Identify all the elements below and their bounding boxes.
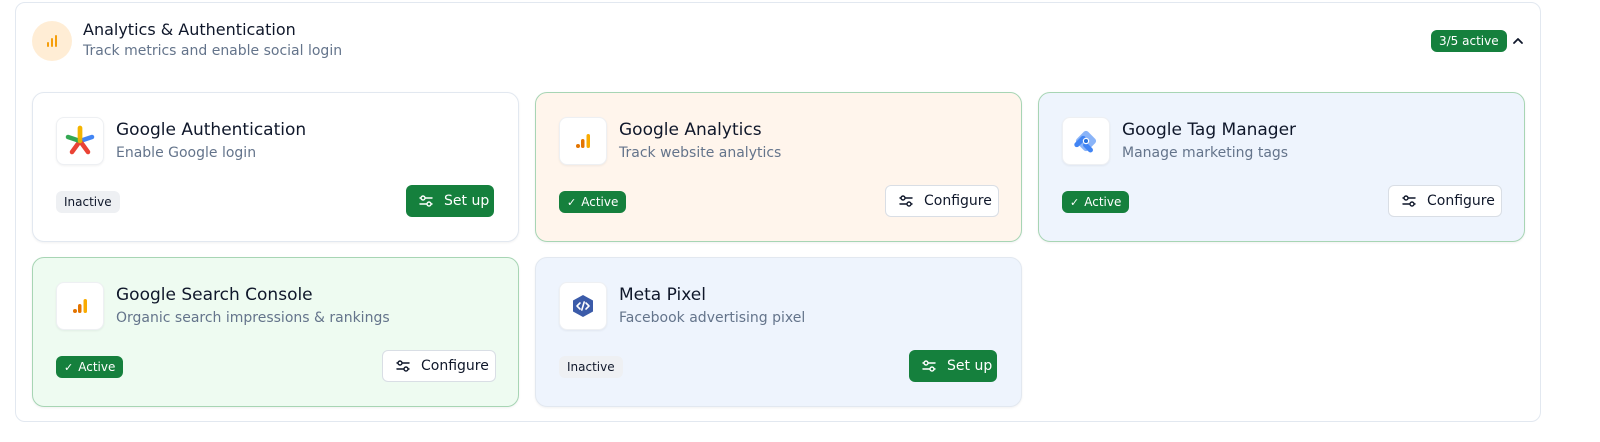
- sliders-icon: [419, 195, 433, 207]
- check-icon: ✓: [64, 361, 74, 374]
- button-label: Set up: [947, 358, 993, 374]
- button-label: Configure: [1427, 193, 1495, 209]
- status-badge: ✓ Active: [1062, 191, 1130, 213]
- analytics-auth-section: Analytics & Authentication Track metrics…: [15, 2, 1541, 422]
- setup-button[interactable]: Set up: [909, 350, 997, 382]
- integration-title: Google Search Console: [116, 285, 313, 305]
- google-search-console-logo: [56, 282, 104, 330]
- check-icon: ✓: [567, 196, 577, 209]
- status-label: Inactive: [567, 360, 615, 374]
- configure-button[interactable]: Configure: [1388, 185, 1502, 217]
- button-label: Configure: [421, 358, 489, 374]
- status-label: Active: [1084, 195, 1122, 209]
- meta-pixel-logo: [559, 282, 607, 330]
- configure-button[interactable]: Configure: [885, 185, 999, 217]
- integration-card-google-search-console: Google Search Console Organic search imp…: [32, 257, 519, 407]
- integration-card-google-analytics: Google Analytics Track website analytics…: [535, 92, 1022, 242]
- integration-card-google-tag-manager: Google Tag Manager Manage marketing tags…: [1038, 92, 1525, 242]
- integration-card-meta-pixel: Meta Pixel Facebook advertising pixel In…: [535, 257, 1022, 407]
- button-label: Configure: [924, 193, 992, 209]
- integration-title: Google Analytics: [619, 120, 762, 140]
- integration-description: Enable Google login: [116, 145, 257, 161]
- status-badge: Inactive: [56, 191, 120, 213]
- section-subtitle: Track metrics and enable social login: [83, 43, 343, 59]
- active-count-badge: 3/5 active: [1431, 30, 1507, 52]
- sliders-icon: [1402, 195, 1416, 207]
- sliders-icon: [922, 360, 936, 372]
- status-label: Active: [78, 360, 116, 374]
- check-icon: ✓: [1070, 196, 1080, 209]
- integration-description: Facebook advertising pixel: [619, 310, 806, 326]
- integration-description: Organic search impressions & rankings: [116, 310, 390, 326]
- google-tag-manager-logo: [1062, 117, 1110, 165]
- status-label: Inactive: [64, 195, 112, 209]
- integration-title: Google Authentication: [116, 120, 307, 140]
- integration-card-google-authentication: Google Authentication Enable Google logi…: [32, 92, 519, 242]
- integration-description: Manage marketing tags: [1122, 145, 1289, 161]
- bar-chart-icon: [32, 21, 72, 61]
- integration-title: Meta Pixel: [619, 285, 706, 305]
- sliders-icon: [396, 360, 410, 372]
- section-title: Analytics & Authentication: [83, 20, 296, 39]
- status-badge: ✓ Active: [56, 356, 124, 378]
- button-label: Set up: [444, 193, 490, 209]
- status-badge: ✓ Active: [559, 191, 627, 213]
- integration-description: Track website analytics: [619, 145, 782, 161]
- configure-button[interactable]: Configure: [382, 350, 496, 382]
- sliders-icon: [899, 195, 913, 207]
- setup-button[interactable]: Set up: [406, 185, 494, 217]
- status-label: Active: [581, 195, 619, 209]
- status-badge: Inactive: [559, 356, 623, 378]
- section-header[interactable]: Analytics & Authentication Track metrics…: [16, 3, 1540, 79]
- google-auth-logo: [56, 117, 104, 165]
- chevron-up-icon[interactable]: [1508, 31, 1528, 51]
- integration-title: Google Tag Manager: [1122, 120, 1297, 140]
- google-analytics-logo: [559, 117, 607, 165]
